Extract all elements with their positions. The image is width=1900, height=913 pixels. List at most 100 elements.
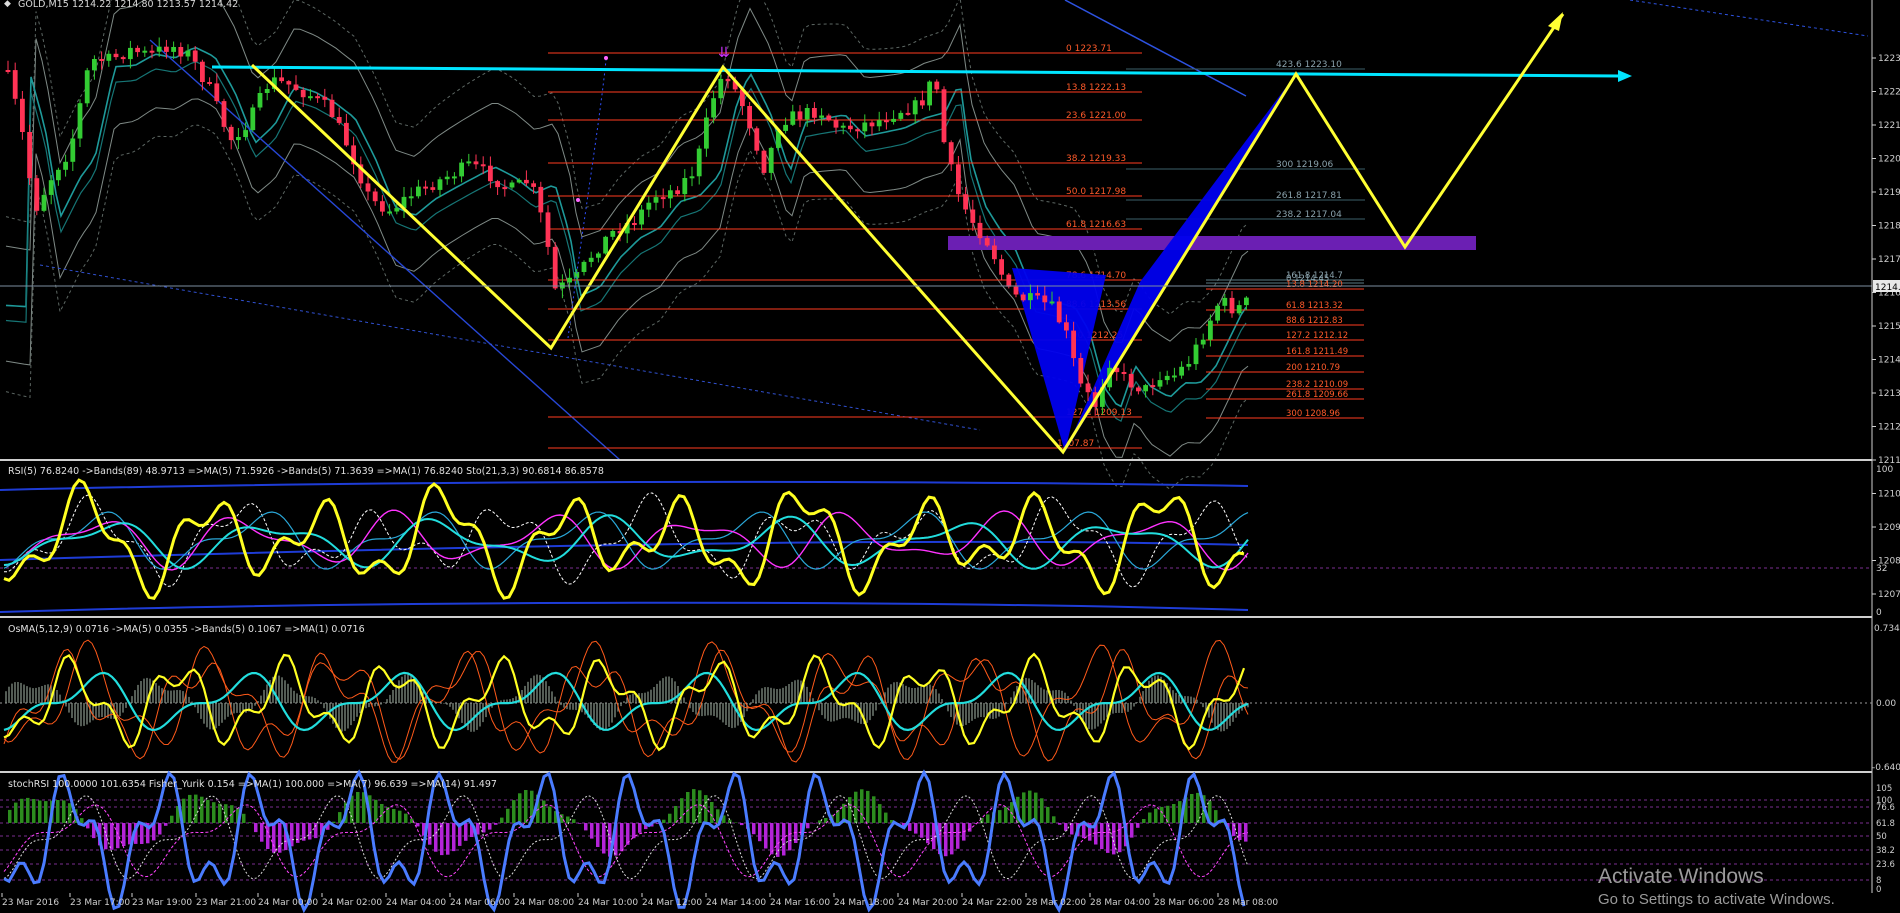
stoch-fisher-bar: [512, 800, 516, 823]
candle-body: [178, 47, 184, 57]
stoch-fisher-bar: [488, 823, 492, 830]
stoch-fisher-bar: [1190, 794, 1194, 823]
stoch-fisher-bar: [926, 823, 930, 844]
candle-body: [1006, 274, 1012, 287]
stoch-fisher-bar: [254, 823, 258, 833]
stoch-fisher-bar: [452, 823, 456, 852]
stoch-fisher-bar: [662, 819, 666, 823]
candle-body: [790, 111, 796, 125]
stoch-fisher-bar: [518, 793, 522, 823]
candle-body: [77, 103, 83, 139]
candle-body: [1136, 387, 1141, 392]
price-label: 1209.: [1878, 523, 1900, 533]
stoch-fisher-bar: [596, 823, 600, 847]
time-label: 24 Mar 12:00: [642, 898, 702, 908]
price-label: 1214.: [1878, 356, 1900, 366]
candle-body: [516, 179, 522, 183]
candle-body: [581, 261, 587, 272]
candle-body: [1035, 293, 1040, 296]
price-label: 1217.: [1878, 255, 1900, 265]
fib-ext-label: 238.2 1217.04: [1276, 210, 1342, 220]
price-label: 1220.: [1878, 155, 1900, 165]
candle-body: [365, 183, 371, 192]
stoch-fisher-bar: [1046, 806, 1050, 823]
stoch-fisher-bar: [1118, 823, 1122, 853]
candle-body: [992, 245, 997, 260]
stoch-fisher-bar: [38, 800, 42, 823]
stoch-fisher-bar: [1214, 810, 1218, 823]
candle-body: [1172, 375, 1177, 378]
rsi-scale-top: 100: [1876, 465, 1893, 475]
chart-title: GOLD,M15: [18, 0, 69, 10]
candle-body: [416, 186, 421, 197]
candle-body: [560, 282, 565, 289]
pivot-marker: [576, 198, 580, 202]
price-label: 1213.: [1878, 389, 1900, 399]
candle-body: [999, 259, 1004, 275]
candle-body: [164, 46, 169, 52]
stoch-fisher-bar: [500, 817, 504, 823]
candle-body: [675, 190, 680, 195]
candle-body: [308, 96, 313, 99]
stoch-fisher-bar: [752, 823, 756, 835]
stoch-fisher-bar: [950, 823, 954, 855]
candle-body: [315, 96, 320, 99]
candle-body: [243, 130, 248, 137]
stoch-fisher-bar: [668, 813, 672, 823]
candle-body: [1078, 358, 1084, 384]
candle-body: [783, 124, 788, 131]
fib-level-label: 0 1223.71: [1066, 44, 1112, 54]
candle-body: [408, 196, 414, 199]
candle-body: [113, 53, 119, 58]
candle-body: [1236, 305, 1242, 314]
chart-canvas[interactable]: 0 1223.7113.8 1222.1323.6 1221.0038.2 12…: [0, 0, 1900, 913]
candle-body: [509, 182, 515, 188]
stoch-fisher-bar: [602, 823, 606, 854]
fib-right-label: 261.8 1209.66: [1286, 390, 1348, 400]
candle-body: [1179, 366, 1184, 376]
candle-body: [804, 108, 810, 120]
stoch-fisher-bar: [194, 794, 198, 823]
candle-body: [920, 100, 925, 106]
time-label: 24 Mar 06:00: [450, 898, 510, 908]
fib-right-label: 88.6 1212.83: [1286, 316, 1343, 326]
candle-body: [538, 186, 544, 213]
stoch-fisher-bar: [1160, 806, 1164, 823]
candle-body: [531, 183, 536, 187]
stoch-fisher-bar: [14, 802, 18, 823]
candle-body: [1121, 372, 1127, 374]
stoch-fisher-bar: [1040, 798, 1044, 823]
candle-body: [610, 231, 616, 237]
candle-body: [1229, 297, 1235, 314]
stoch-fisher-bar: [272, 823, 276, 853]
candle-body: [869, 122, 875, 127]
candle-body: [387, 211, 392, 214]
target-zone-rect[interactable]: [948, 236, 1476, 250]
stoch-fisher-bar: [80, 818, 84, 823]
price-label: 1210.: [1878, 490, 1900, 500]
candle-body: [1208, 320, 1213, 340]
candle-body: [430, 187, 436, 190]
stoch-fisher-bar: [140, 823, 144, 844]
candle-body: [380, 201, 385, 212]
price-label: 1223.: [1878, 54, 1900, 64]
stoch-fisher-bar: [638, 823, 642, 833]
stoch-fisher-bar: [680, 798, 684, 823]
price-label: 1219.: [1878, 188, 1900, 198]
candle-body: [185, 50, 191, 57]
stoch-fisher-bar: [704, 795, 708, 823]
candle-body: [927, 81, 932, 106]
candle-body: [884, 120, 889, 123]
stoch-fisher-bar: [434, 823, 438, 852]
stoch-fisher-bar: [248, 822, 252, 823]
candle-body: [99, 59, 104, 61]
price-label: 1221.: [1878, 121, 1900, 131]
candle-body: [696, 148, 702, 177]
candle-body: [344, 122, 349, 146]
pivot-marker: [604, 56, 608, 60]
candle-body: [34, 178, 40, 211]
candle-body: [12, 70, 18, 99]
fib-level-label: 38.2 1219.33: [1066, 154, 1126, 164]
stoch-fisher-bar: [464, 823, 468, 841]
candle-body: [552, 246, 558, 289]
